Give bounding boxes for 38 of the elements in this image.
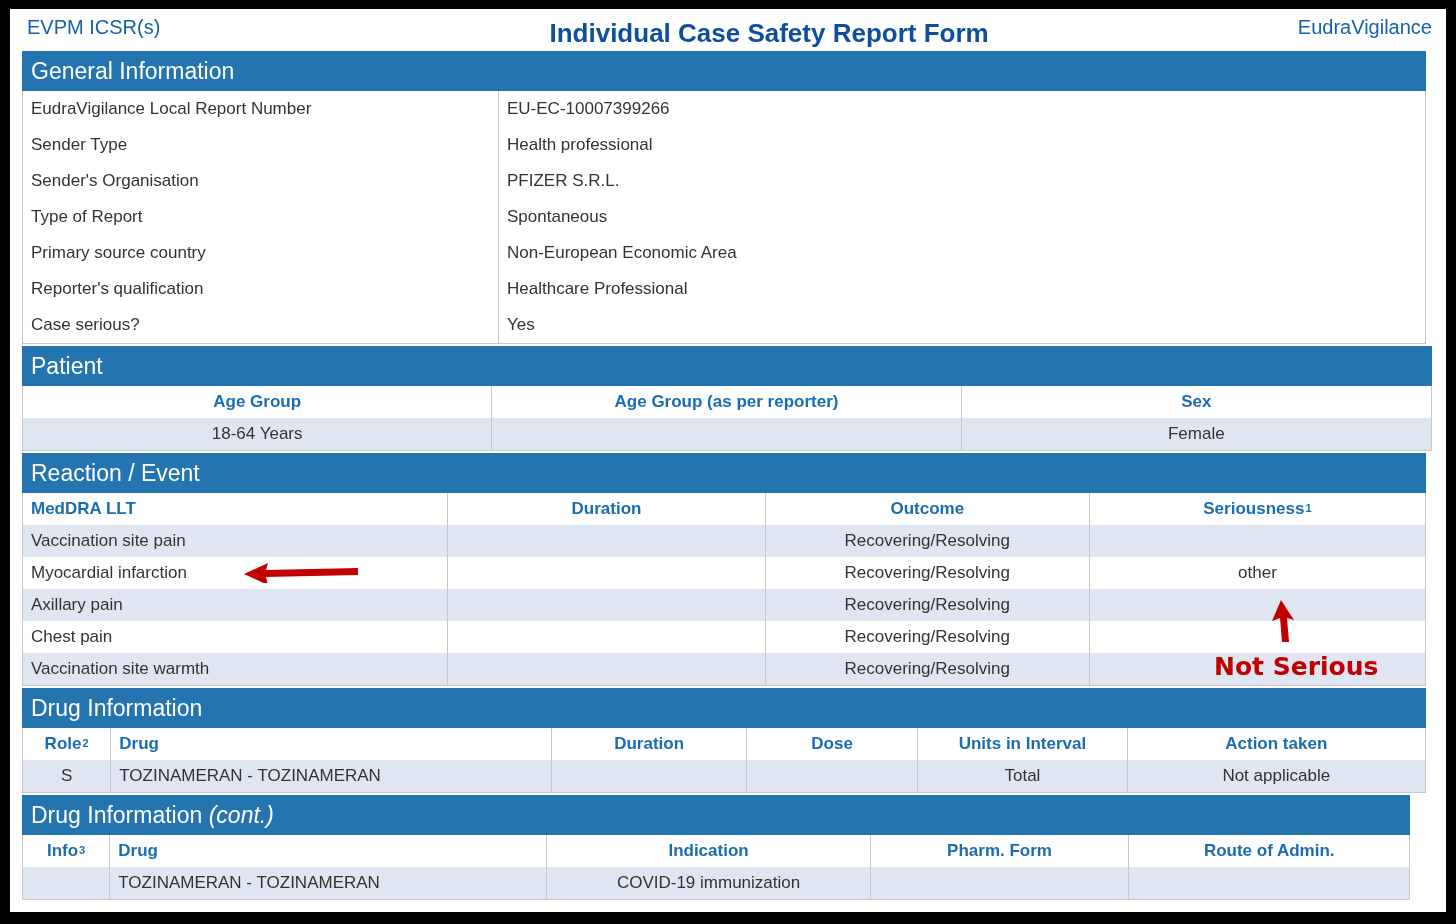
field-value: Spontaneous [506, 206, 609, 228]
table-cell: Recovering/Resolving [765, 653, 1090, 685]
annotation-text: Not Serious [1214, 652, 1379, 681]
table-cell: Vaccination site pain [23, 525, 449, 557]
table-cell: TOZINAMERAN - TOZINAMERAN [111, 760, 553, 792]
nav-link[interactable]: EudraVigilance [1297, 16, 1432, 49]
table-cell: 18-64 Years [23, 418, 493, 450]
field-value: EU-EC-10007399266 [506, 98, 671, 120]
table-cell: COVID-19 immunization [547, 867, 871, 899]
table-cell: Axillary pain [23, 589, 449, 621]
table-cell: TOZINAMERAN - TOZINAMERAN [110, 867, 548, 899]
table-cell: Recovering/Resolving [765, 589, 1090, 621]
arrow-annotation [1270, 600, 1296, 642]
section-header: Drug Information (cont.) [22, 795, 1410, 835]
section-header: Reaction / Event [22, 453, 1426, 493]
section-header: Patient [22, 346, 1432, 386]
field-label: Sender Type [23, 127, 499, 163]
field-value: Healthcare Professional [506, 278, 689, 300]
field-value: Yes [506, 314, 536, 336]
table-cell: Recovering/Resolving [765, 525, 1090, 557]
field-label: EudraVigilance Local Report Number [23, 91, 499, 127]
section-header: Drug Information [22, 688, 1426, 728]
nav-link[interactable]: EVPM ICSR(s) [27, 16, 161, 49]
field-label: Primary source country [23, 235, 499, 271]
table-cell: Total [918, 760, 1128, 792]
field-value: Non-European Economic Area [506, 242, 738, 264]
field-label: Case serious? [23, 307, 499, 343]
field-label: Type of Report [23, 199, 499, 235]
field-label: Sender's Organisation [23, 163, 499, 199]
table-cell: Female [961, 418, 1431, 450]
table-cell: Vaccination site warmth [23, 653, 449, 685]
field-value: Health professional [506, 134, 654, 156]
table-cell: S [23, 760, 112, 792]
page-title: Individual Case Safety Report Form [549, 18, 989, 49]
field-label: Reporter's qualification [23, 271, 499, 307]
table-cell: Not applicable [1127, 760, 1425, 792]
field-value: PFIZER S.R.L. [506, 170, 621, 192]
section-header: General Information [22, 51, 1426, 91]
